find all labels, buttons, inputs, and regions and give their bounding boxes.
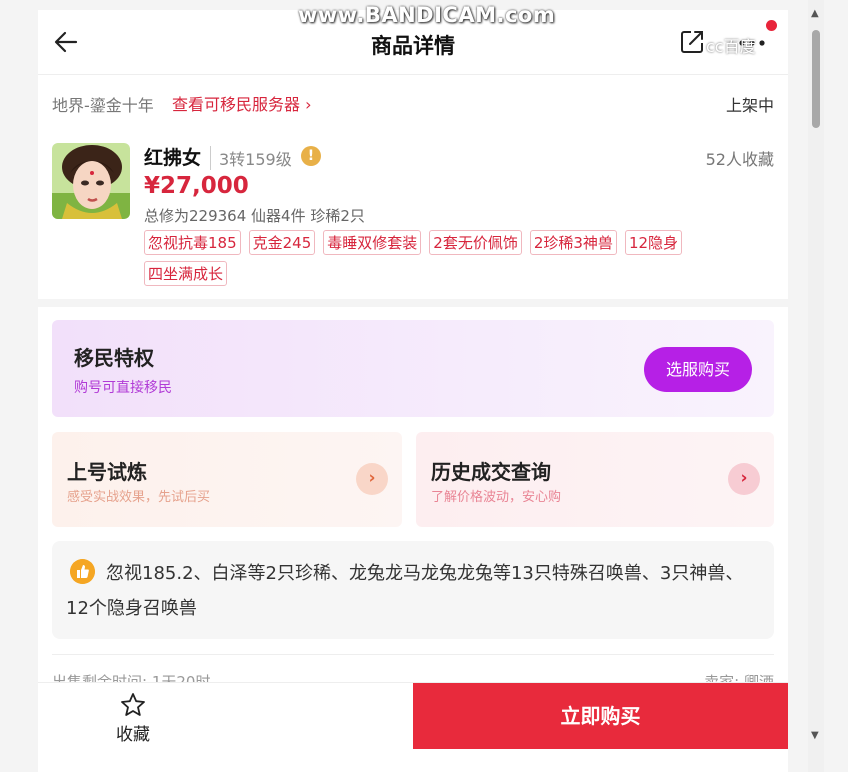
character-avatar (52, 143, 130, 219)
chevron-right-icon[interactable]: › (356, 463, 388, 495)
scroll-down-icon[interactable]: ▼ (811, 730, 819, 741)
trade-history-subtitle: 了解价格波动，安心购 (431, 490, 562, 505)
trade-history-card[interactable]: 历史成交查询 了解价格波动，安心购 › (416, 432, 774, 527)
server-info-row: 地界-鎏金十年 查看可移民服务器 › 上架中 (38, 74, 788, 130)
feature-tag: 2套无价佩饰 (429, 230, 522, 255)
notification-dot (766, 20, 777, 31)
select-server-buy-button[interactable]: 选服购买 (644, 347, 752, 392)
divider (52, 654, 774, 655)
server-name: 地界-鎏金十年 (52, 96, 154, 115)
favorite-label: 收藏 (116, 725, 150, 745)
bandicam-watermark: www.BANDICAM.com (298, 3, 556, 27)
stats-summary: 总修为229364 仙器4件 珍稀2只 (144, 207, 365, 225)
baidu-watermark: cc百度 (706, 37, 756, 56)
trial-login-title: 上号试炼 (67, 460, 147, 484)
migration-privilege-banner: 移民特权 购号可直接移民 选服购买 (52, 320, 774, 417)
feature-tags: 忽视抗毒185 克金245 毒睡双修套装 2套无价佩饰 2珍稀3神兽 12隐身 … (144, 230, 764, 286)
migratable-servers-link[interactable]: 查看可移民服务器 › (172, 91, 312, 115)
star-icon (121, 693, 145, 716)
bottom-action-bar: 收藏 立即购买 (38, 682, 788, 772)
feature-tag: 毒睡双修套装 (323, 230, 422, 255)
collect-count: 52人收藏 (705, 150, 774, 169)
highlight-description: 忽视185.2、白泽等2只珍稀、龙兔龙马龙兔龙兔等13只特殊召唤兽、3只神兽、1… (52, 541, 774, 639)
feature-tag: 12隐身 (624, 230, 683, 255)
page-title: 商品详情 (371, 34, 455, 58)
feature-tag: 2珍稀3神兽 (529, 230, 617, 255)
character-name: 红拂女 (144, 147, 202, 169)
trade-history-title: 历史成交查询 (431, 460, 551, 484)
trial-login-card[interactable]: 上号试炼 感受实战效果，先试后买 › (52, 432, 402, 527)
feature-tag: 克金245 (248, 230, 316, 255)
favorite-button[interactable]: 收藏 (98, 691, 168, 745)
buy-now-button[interactable]: 立即购买 (413, 683, 788, 749)
scrollbar[interactable]: ▲ ▼ (808, 0, 824, 772)
description-text: 忽视185.2、白泽等2只珍稀、龙兔龙马龙兔龙兔等13只特殊召唤兽、3只神兽、1… (66, 563, 744, 619)
scroll-up-icon[interactable]: ▲ (811, 8, 819, 19)
migratable-servers-link-label: 查看可移民服务器 (172, 95, 301, 114)
price: ¥27,000 (144, 173, 249, 199)
feature-tag: 忽视抗毒185 (144, 230, 241, 255)
character-level: 3转159级 (210, 146, 292, 170)
scrollbar-thumb[interactable] (812, 30, 820, 128)
product-detail-page: 商品详情 地界-鎏金十年 查看可移民服务器 › 上架中 红拂女 3转159级 !… (38, 10, 788, 772)
privilege-subtitle: 购号可直接移民 (74, 380, 172, 396)
listing-status: 上架中 (725, 96, 774, 115)
info-warning-icon[interactable]: ! (301, 146, 321, 166)
chevron-right-icon: › (300, 95, 312, 114)
feature-tag: 四坐满成长 (144, 261, 228, 286)
product-summary-card: 红拂女 3转159级 ! 52人收藏 ¥27,000 总修为229364 仙器4… (38, 129, 788, 299)
share-icon[interactable] (678, 28, 706, 56)
privilege-title: 移民特权 (74, 346, 154, 370)
chevron-right-icon[interactable]: › (728, 463, 760, 495)
trial-login-subtitle: 感受实战效果，先试后买 (67, 490, 211, 505)
